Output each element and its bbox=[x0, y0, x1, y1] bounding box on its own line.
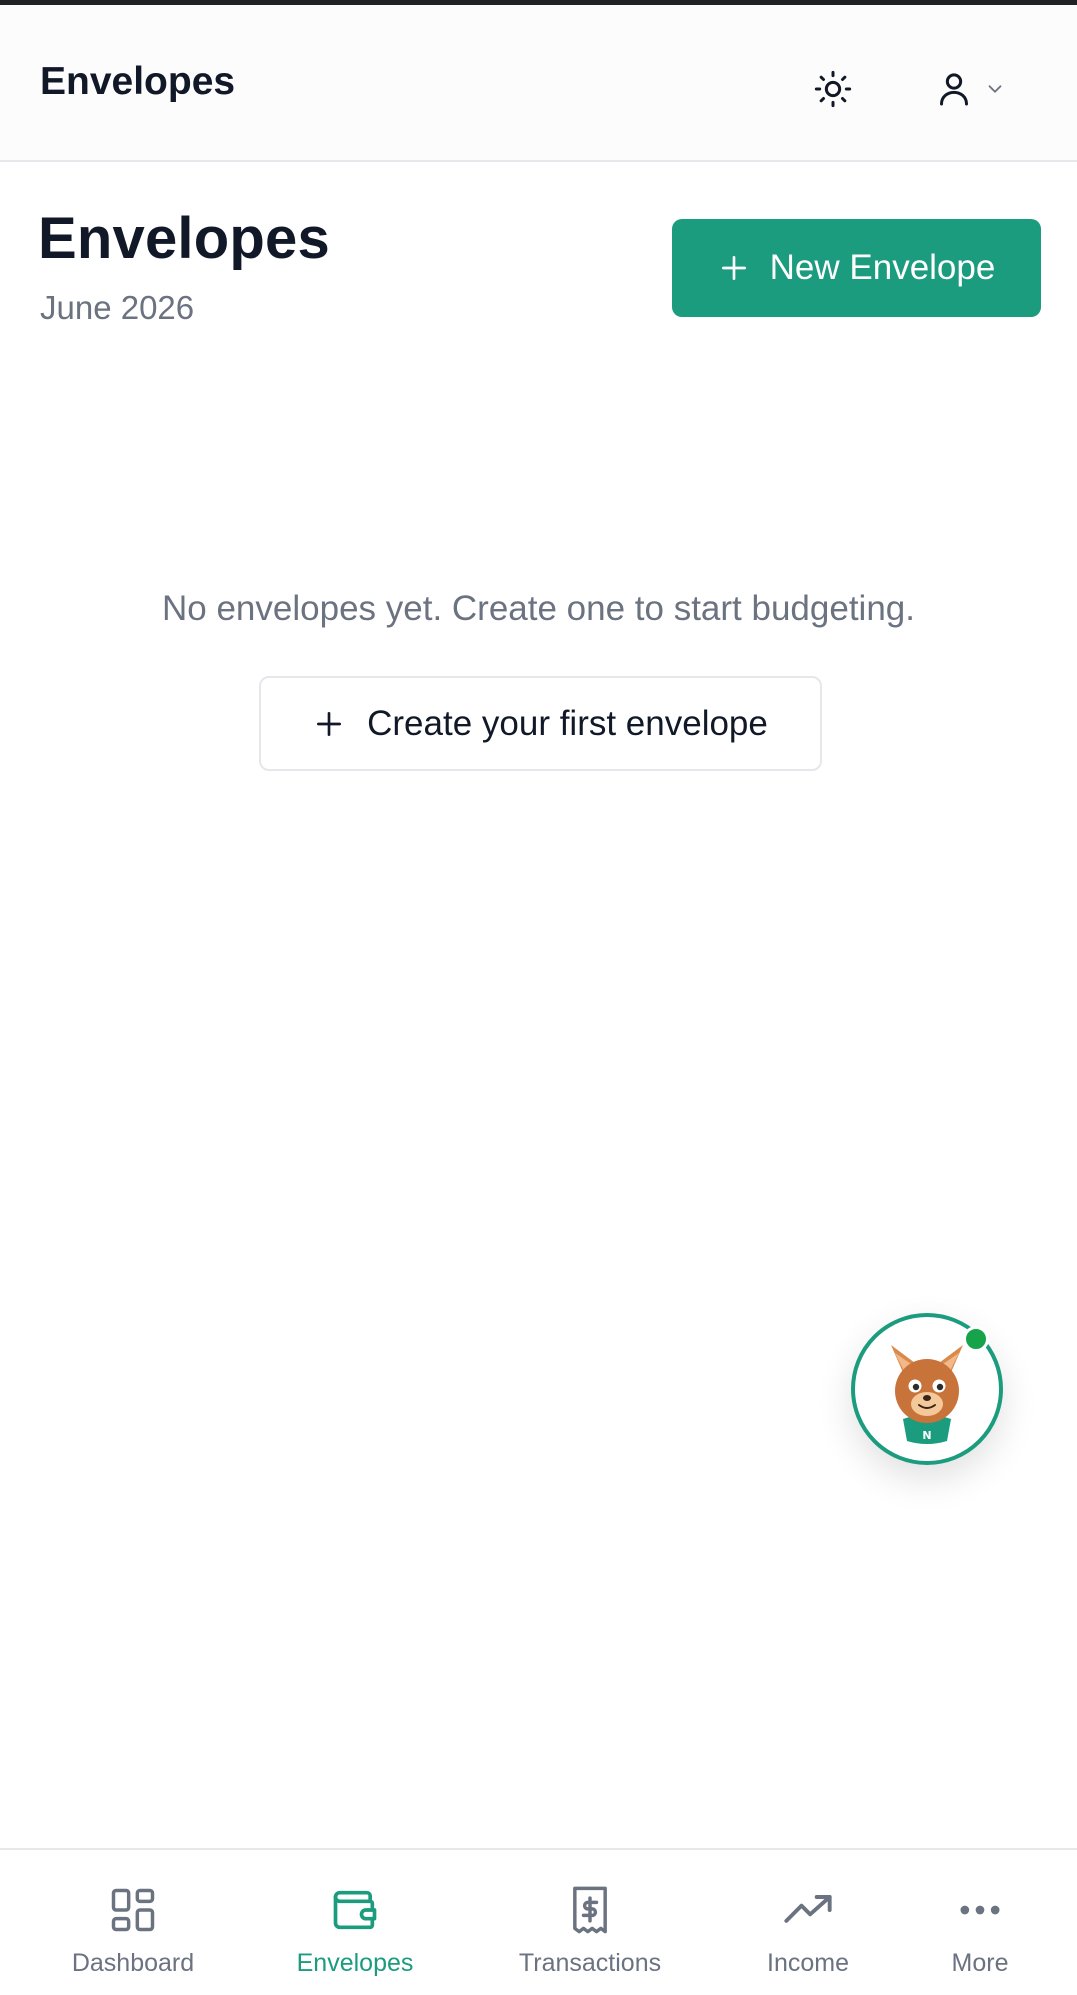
mascot-shirt-letter: N bbox=[922, 1429, 931, 1442]
bottom-navigation: Dashboard Envelopes Transactions Income bbox=[0, 1848, 1077, 1995]
sun-icon bbox=[814, 70, 852, 108]
nav-item-more[interactable]: More bbox=[920, 1850, 1040, 1995]
create-first-envelope-button[interactable]: Create your first envelope bbox=[259, 676, 822, 771]
nav-item-transactions[interactable]: Transactions bbox=[505, 1850, 675, 1995]
nav-label-income: Income bbox=[767, 1949, 849, 1977]
nav-label-dashboard: Dashboard bbox=[71, 1949, 195, 1977]
new-envelope-button-label: New Envelope bbox=[769, 248, 996, 287]
user-menu-button[interactable] bbox=[920, 57, 1020, 121]
page-subtitle-month: June 2026 bbox=[40, 289, 195, 326]
nav-item-income[interactable]: Income bbox=[748, 1850, 868, 1995]
nav-label-transactions: Transactions bbox=[518, 1949, 662, 1977]
dashboard-grid-icon bbox=[111, 1888, 155, 1932]
chevron-down-icon bbox=[988, 85, 1002, 93]
nav-label-envelopes: Envelopes bbox=[296, 1949, 414, 1977]
more-dots-icon bbox=[960, 1905, 1000, 1915]
nav-item-envelopes[interactable]: Envelopes bbox=[280, 1850, 430, 1995]
app-header-title: Envelopes bbox=[40, 60, 236, 103]
online-status-dot bbox=[963, 1326, 989, 1352]
new-envelope-button[interactable]: New Envelope bbox=[672, 219, 1041, 317]
plus-icon bbox=[721, 255, 746, 280]
empty-state-message: No envelopes yet. Create one to start bu… bbox=[162, 589, 915, 628]
page-title: Envelopes bbox=[38, 206, 330, 271]
theme-toggle-button[interactable] bbox=[801, 57, 865, 121]
wallet-icon bbox=[333, 1890, 377, 1930]
user-icon bbox=[940, 73, 968, 106]
app-header: Envelopes bbox=[0, 5, 1077, 162]
receipt-dollar-icon bbox=[573, 1886, 607, 1934]
create-first-envelope-label: Create your first envelope bbox=[367, 703, 768, 743]
trending-up-icon bbox=[784, 1895, 832, 1923]
nav-label-more: More bbox=[951, 1949, 1009, 1977]
nav-item-dashboard[interactable]: Dashboard bbox=[58, 1850, 208, 1995]
plus-icon bbox=[317, 711, 342, 736]
